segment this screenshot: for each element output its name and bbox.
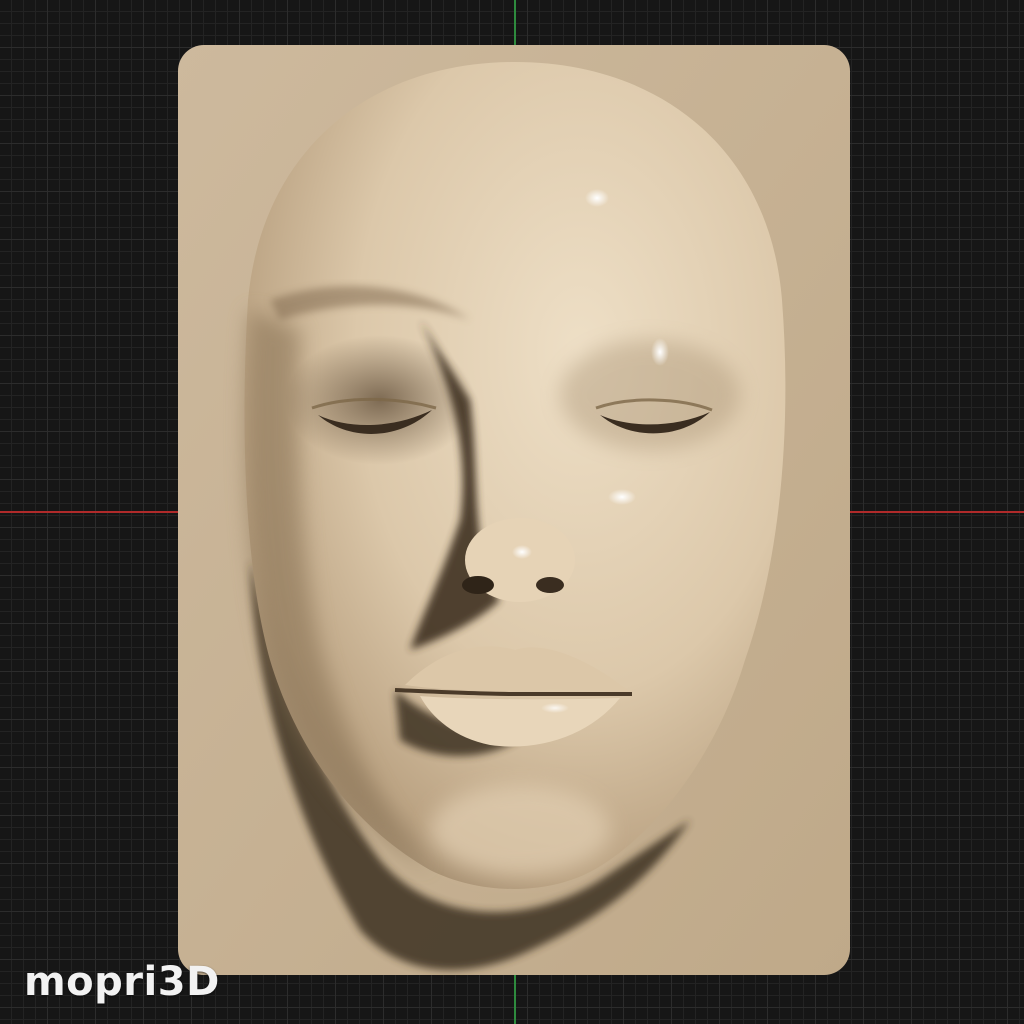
left-nostril <box>462 576 494 594</box>
nose-highlight <box>512 545 532 559</box>
forehead-highlight <box>585 189 609 207</box>
cheek-highlight <box>608 489 636 505</box>
right-nostril <box>536 577 564 593</box>
brow-highlight <box>651 338 669 366</box>
lip-highlight <box>541 703 569 713</box>
3d-viewport[interactable]: mopri3D <box>0 0 1024 1024</box>
watermark-logo: mopri3D <box>24 959 220 1005</box>
right-eye-socket <box>560 340 740 450</box>
face-relief-model[interactable] <box>0 0 1024 1024</box>
chin <box>430 785 610 875</box>
